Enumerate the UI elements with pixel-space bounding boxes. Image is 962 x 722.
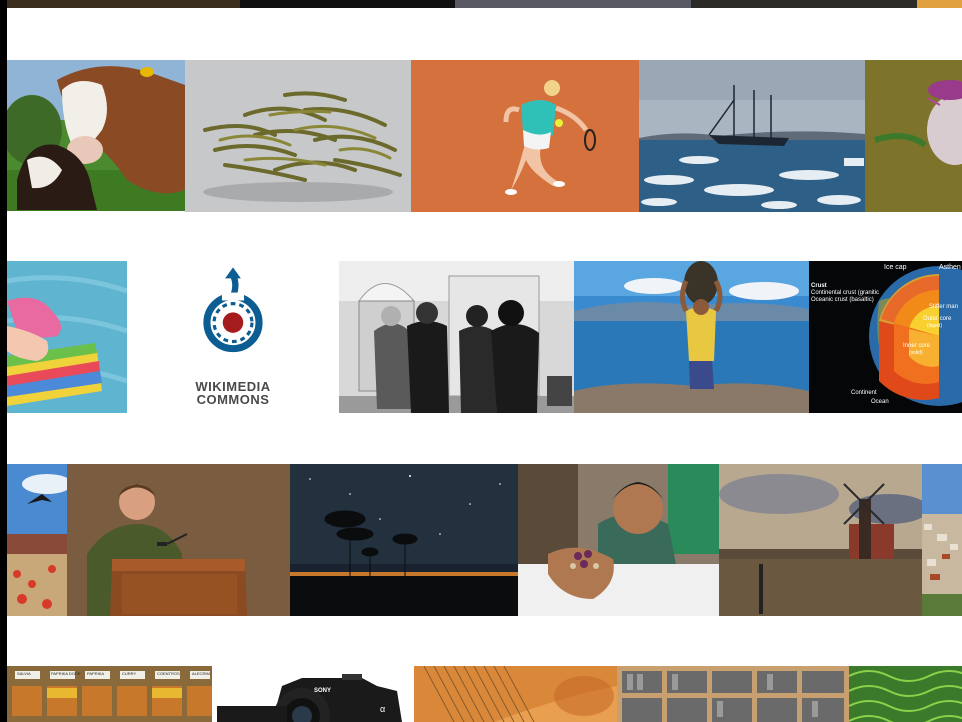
top-strip-image-2[interactable] [240, 0, 455, 8]
ocean-label: Ocean [871, 399, 889, 405]
oceanic-crust-label: Oceanic crust (basaltic) [811, 297, 874, 303]
child-holding-beans-image[interactable] [518, 464, 719, 616]
continent-label: Continent [851, 390, 877, 396]
spice-label-1: SALVIA [17, 671, 31, 676]
earth-structure-diagram[interactable]: Ice cap Asthen Crust Continental crust (… [809, 261, 962, 413]
camera-image[interactable]: SONY α [212, 666, 414, 722]
outer-core-label: Outer core [923, 316, 952, 322]
top-strip-image-4[interactable] [691, 0, 917, 8]
speaker-at-podium-image[interactable] [67, 464, 290, 616]
image-gallery: WIKIMEDIA COMMONS Ice cap Asthen Crust C… [0, 0, 962, 722]
tall-ship-iceberg-image[interactable] [639, 60, 865, 212]
top-strip-image-1[interactable] [7, 0, 240, 8]
continental-crust-label: Continental crust (granitic [811, 290, 880, 296]
inner-core-state-label: (solid) [909, 350, 923, 356]
crust-label: Crust [811, 283, 827, 289]
top-strip-image-5[interactable] [917, 0, 962, 8]
night-sky-trees-image[interactable] [290, 464, 518, 616]
green-leaf-texture-image[interactable] [849, 666, 962, 722]
camera-model-label: α [380, 704, 386, 714]
piano-strings-image[interactable] [414, 666, 617, 722]
asthenosphere-label: Asthen [939, 264, 961, 271]
hillside-town-image[interactable] [922, 464, 962, 616]
ice-cap-label: Ice cap [884, 264, 907, 271]
top-image-strip [7, 0, 962, 8]
spice-label-2: PAPRIKA DOCE [51, 671, 81, 676]
green-tea-leaves-image[interactable] [185, 60, 411, 212]
spice-market-image[interactable]: SALVIA PAPRIKA DOCE PAPRIKA CURRY COENTR… [7, 666, 212, 722]
windmill-canal-image[interactable] [719, 464, 922, 616]
type-case-image[interactable] [617, 666, 849, 722]
camera-brand-label: SONY [314, 688, 332, 694]
spice-label-6: ALECRIM [192, 671, 210, 676]
top-strip-image-3[interactable] [455, 0, 691, 8]
tennis-player-image[interactable] [411, 60, 639, 212]
spice-label-4: CURRY [122, 671, 137, 676]
inner-core-label: Inner core [903, 343, 931, 349]
spice-label-5: COENTROS [157, 671, 180, 676]
window-left-edge [0, 0, 7, 722]
bird-over-field-image[interactable] [7, 464, 67, 616]
spice-label-3: PAPRIKA [87, 671, 105, 676]
oval-office-meeting-image[interactable] [339, 261, 574, 413]
cow-and-calf-image[interactable] [7, 60, 185, 211]
thistle-flower-image[interactable] [865, 60, 962, 212]
man-carrying-oysters-image[interactable] [574, 261, 809, 413]
stiffer-mantle-label: Stiffer man [929, 304, 958, 310]
logo-line-2: COMMONS [196, 392, 270, 407]
wikimedia-commons-logo[interactable]: WIKIMEDIA COMMONS [127, 261, 339, 413]
child-on-float-image[interactable] [7, 261, 127, 413]
outer-core-state-label: (liquid) [927, 323, 943, 329]
